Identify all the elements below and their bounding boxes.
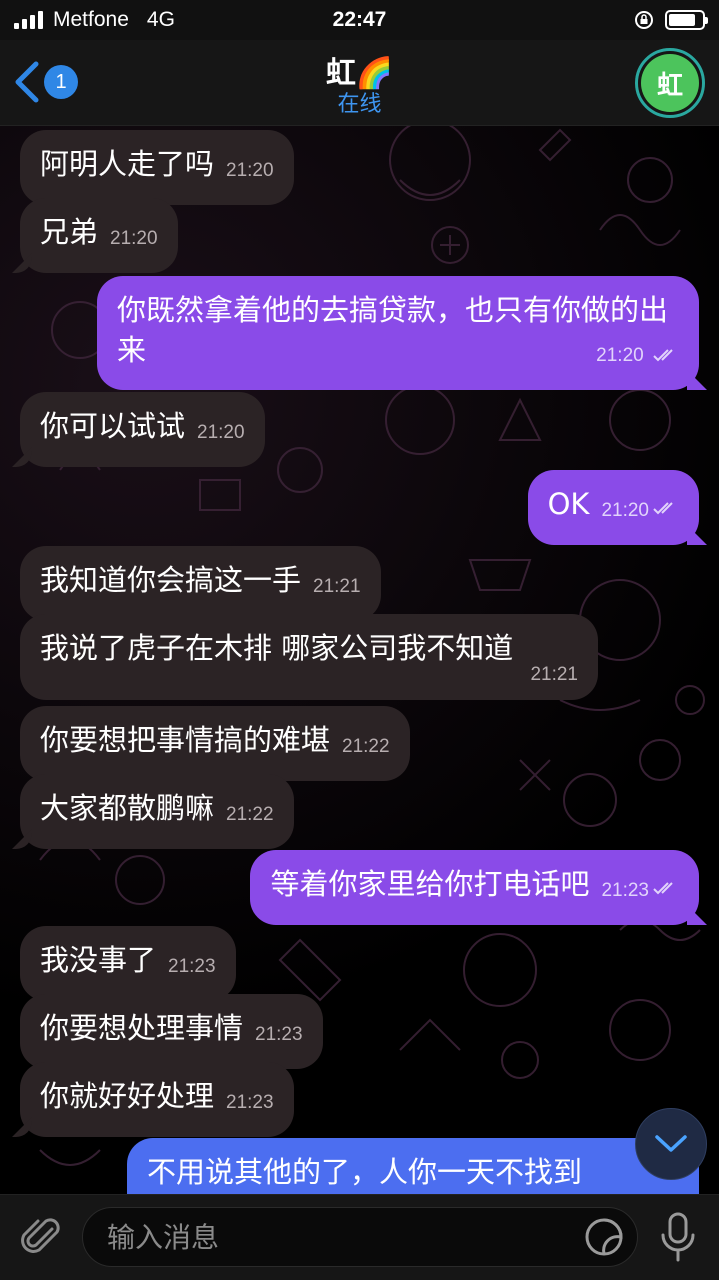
rotation-lock-icon — [635, 11, 653, 29]
message-time: 21:22 — [226, 804, 274, 825]
message-text: 不用说其他的了，人你一天不找到 — [147, 1155, 583, 1189]
message-bubble[interactable]: 等着你家里给你打电话吧 21:23 — [250, 850, 699, 925]
avatar[interactable]: 虹 — [635, 48, 705, 118]
message-bubble[interactable]: 你要想处理事情 21:23 — [20, 994, 323, 1069]
sticker-icon[interactable] — [582, 1215, 626, 1259]
message-time: 21:20 — [601, 500, 649, 521]
avatar-letter: 虹 — [641, 54, 699, 112]
message-text: 你就好好处理 — [40, 1079, 215, 1113]
message-bubble[interactable]: 你要想把事情搞的难堪 21:22 — [20, 706, 410, 781]
chevron-down-icon — [655, 1135, 687, 1152]
message-text: 等着你家里给你打电话吧 — [270, 867, 590, 901]
message-bubble[interactable]: 我说了虎子在木排 哪家公司我不知道 21:21 — [20, 614, 598, 700]
chat-header: 1 虹🌈 在线 虹 — [0, 40, 719, 126]
online-status: 在线 — [337, 92, 382, 117]
message-text: 你可以试试 — [40, 409, 186, 443]
message-bubble[interactable]: 大家都散鹏嘛 21:22 — [20, 774, 294, 849]
message-time: 21:22 — [342, 736, 390, 757]
microphone-icon[interactable] — [656, 1211, 700, 1263]
message-time: 21:21 — [313, 576, 361, 597]
message-bubble[interactable]: 不用说其他的了，人你一天不找到 — [127, 1138, 699, 1194]
message-text: 你要想处理事情 — [40, 1011, 244, 1045]
message-time: 21:20 — [596, 345, 644, 366]
signal-icon — [14, 11, 43, 29]
battery-icon — [665, 10, 708, 30]
message-text: 兄弟 — [40, 215, 99, 249]
message-input-bar — [0, 1194, 719, 1280]
message-text: 我知道你会搞这一手 — [40, 563, 302, 597]
message-bubble[interactable]: 阿明人走了吗 21:20 — [20, 130, 294, 205]
status-bar: Metfone 4G 22:47 — [0, 0, 719, 40]
message-bubble[interactable]: 兄弟 21:20 — [20, 198, 178, 273]
message-bubble[interactable]: 你可以试试 21:20 — [20, 392, 265, 467]
message-bubble[interactable]: 你既然拿着他的去搞贷款，也只有你做的出来 21:20 — [97, 276, 699, 390]
message-time: 21:23 — [226, 1092, 274, 1113]
message-text: OK — [547, 487, 590, 521]
double-check-icon — [653, 502, 673, 515]
message-input[interactable] — [82, 1207, 638, 1267]
double-check-icon — [653, 882, 673, 895]
message-bubble[interactable]: 我知道你会搞这一手 21:21 — [20, 546, 381, 621]
attach-icon[interactable] — [18, 1213, 66, 1261]
message-text: 你要想把事情搞的难堪 — [40, 723, 331, 757]
network-type: 4G — [146, 8, 175, 31]
message-text: 我说了虎子在木排 哪家公司我不知道 — [40, 631, 514, 665]
message-bubble[interactable]: 你就好好处理 21:23 — [20, 1062, 294, 1137]
message-bubble[interactable]: 我没事了 21:23 — [20, 926, 236, 1001]
message-time: 21:23 — [255, 1024, 303, 1045]
message-time: 21:20 — [110, 228, 158, 249]
message-text: 我没事了 — [40, 943, 157, 977]
message-time: 21:23 — [168, 956, 216, 977]
message-text: 大家都散鹏嘛 — [40, 791, 215, 825]
message-text: 阿明人走了吗 — [40, 147, 215, 181]
message-time: 21:23 — [601, 880, 649, 901]
double-check-icon — [653, 349, 673, 362]
message-time: 21:20 — [197, 422, 245, 443]
scroll-down-button[interactable] — [635, 1108, 707, 1180]
carrier-name: Metfone — [53, 8, 129, 31]
message-list[interactable]: 阿明人走了吗 21:20 兄弟 21:20 你既然拿着他的去搞贷款，也只有你做的出来… — [0, 126, 719, 1194]
message-bubble[interactable]: OK 21:20 — [527, 470, 699, 545]
message-time: 21:20 — [226, 160, 274, 181]
